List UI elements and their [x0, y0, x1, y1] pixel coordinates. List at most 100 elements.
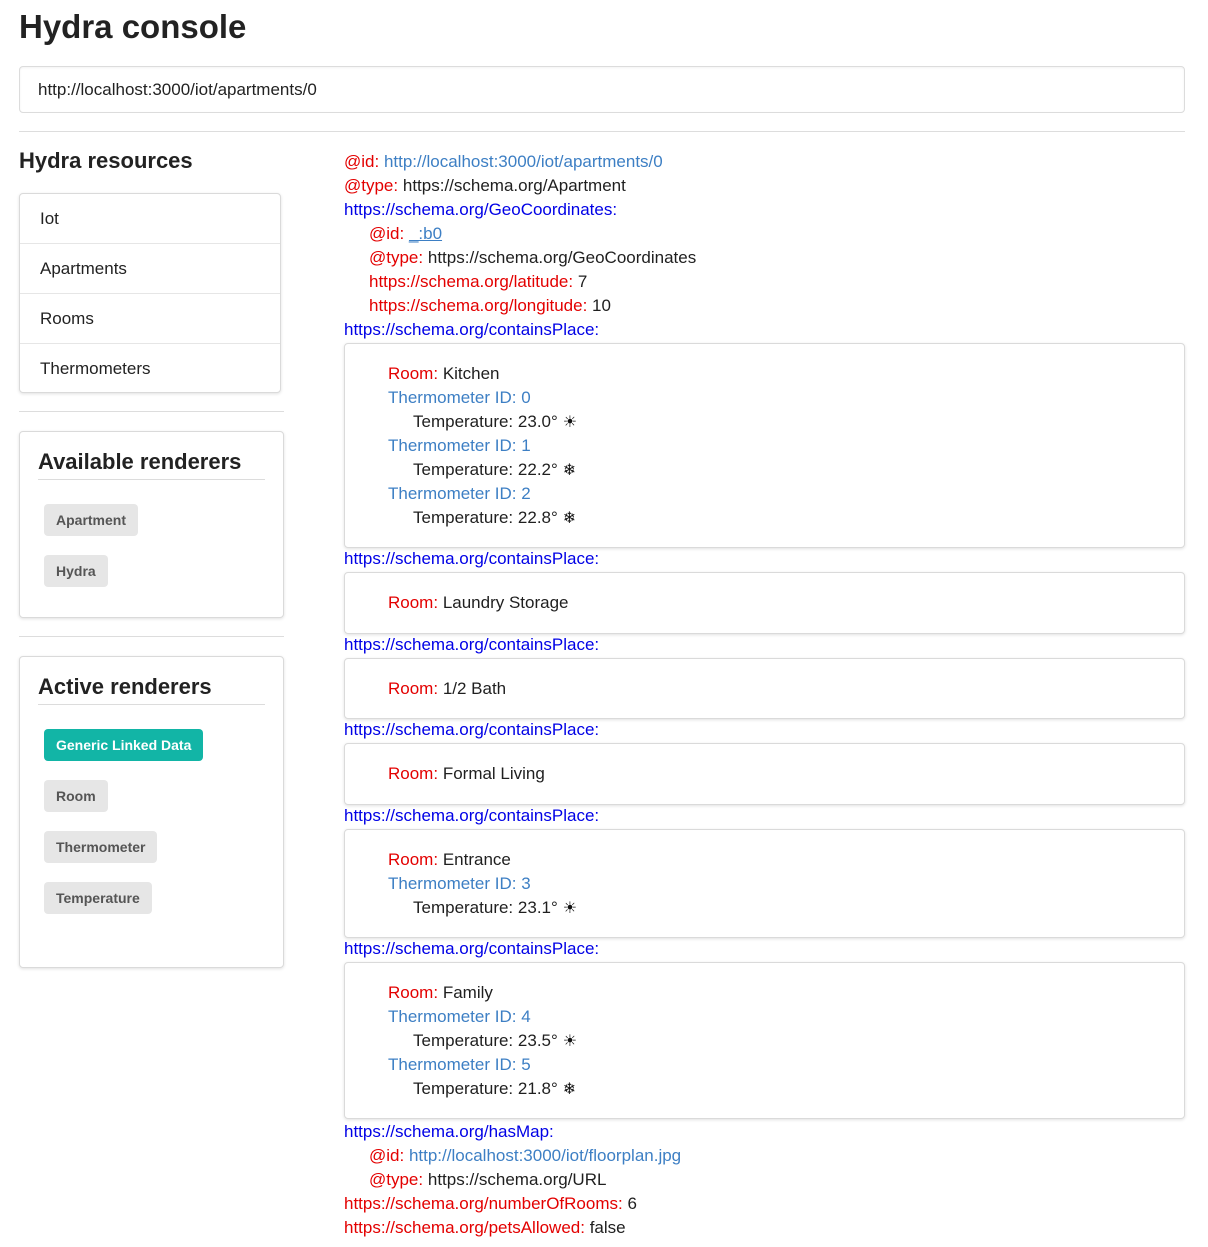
type-key: @type:	[344, 176, 399, 195]
renderer-temperature-button[interactable]: Temperature	[44, 882, 152, 914]
thermometer-link[interactable]: Thermometer ID: 2	[388, 482, 531, 506]
id-row: @id: http://localhost:3000/iot/apartment…	[344, 150, 663, 174]
latitude-value: 7	[577, 272, 588, 291]
renderer-generic-linked-data-button[interactable]: Generic Linked Data	[44, 729, 204, 761]
latitude-row: https://schema.org/latitude: 7	[369, 270, 587, 294]
room-row: Room: Kitchen	[388, 362, 500, 386]
available-renderers-panel: Available renderers Apartment Hydra	[19, 431, 284, 618]
contains-place-key: https://schema.org/containsPlace:	[344, 720, 600, 739]
resource-item-thermometers[interactable]: Thermometers	[20, 344, 280, 394]
renderer-room-button[interactable]: Room	[44, 780, 108, 812]
map-id-key: @id:	[369, 1146, 405, 1165]
resource-item-rooms[interactable]: Rooms	[20, 294, 280, 344]
latitude-key: https://schema.org/latitude:	[369, 272, 574, 291]
room-row: Room: Family	[388, 981, 493, 1005]
resource-item-label: Iot	[40, 208, 59, 228]
temperature-row: Temperature: 23.0° ☀	[413, 410, 577, 434]
contains-place-key: https://schema.org/containsPlace:	[344, 806, 600, 825]
room-card: Room: 1/2 Bath	[344, 658, 1185, 719]
contains-place-key: https://schema.org/containsPlace:	[344, 549, 600, 568]
contains-place-key: https://schema.org/containsPlace:	[344, 635, 600, 654]
snowflake-icon: ❄	[562, 1081, 577, 1098]
active-renderers-panel: Active renderers Generic Linked Data Roo…	[19, 656, 284, 968]
map-type-key: @type:	[369, 1170, 424, 1189]
geo-id-row: @id: _:b0	[369, 222, 442, 246]
longitude-row: https://schema.org/longitude: 10	[369, 294, 611, 318]
room-name: Laundry Storage	[442, 593, 569, 612]
temperature-row: Temperature: 22.8° ❄	[413, 506, 576, 530]
sidebar-divider	[19, 411, 284, 412]
resource-item-label: Thermometers	[40, 359, 151, 378]
room-key: Room:	[388, 983, 439, 1002]
room-name: 1/2 Bath	[442, 679, 507, 698]
number-of-rooms-row: https://schema.org/numberOfRooms: 6	[344, 1192, 637, 1216]
room-row: Room: Entrance	[388, 848, 511, 872]
geo-type-key: @type:	[369, 248, 424, 267]
room-row: Room: Laundry Storage	[388, 591, 569, 615]
geo-key: https://schema.org/GeoCoordinates:	[344, 200, 618, 219]
type-value: https://schema.org/Apartment	[402, 176, 626, 195]
room-card: Room: Entrance Thermometer ID: 3 Tempera…	[344, 829, 1185, 938]
renderer-thermometer-button[interactable]: Thermometer	[44, 831, 158, 863]
sidebar-divider	[19, 636, 284, 637]
available-renderers-heading: Available renderers	[38, 449, 265, 480]
resource-url-input[interactable]	[19, 66, 1185, 113]
thermometer-link[interactable]: Thermometer ID: 3	[388, 872, 531, 896]
room-key: Room:	[388, 364, 439, 383]
renderer-hydra-button[interactable]: Hydra	[44, 555, 108, 587]
room-key: Room:	[388, 679, 439, 698]
id-link[interactable]: http://localhost:3000/iot/apartments/0	[384, 152, 663, 171]
room-row: Room: Formal Living	[388, 762, 545, 786]
id-key: @id:	[344, 152, 380, 171]
room-key: Room:	[388, 850, 439, 869]
geo-type-row: @type: https://schema.org/GeoCoordinates	[369, 246, 696, 270]
pets-allowed-row: https://schema.org/petsAllowed: false	[344, 1216, 626, 1240]
map-id-row: @id: http://localhost:3000/iot/floorplan…	[369, 1144, 681, 1168]
has-map-key: https://schema.org/hasMap:	[344, 1122, 554, 1141]
geo-id-link[interactable]: _:b0	[409, 224, 442, 243]
resource-item-label: Rooms	[40, 308, 94, 328]
temperature-row: Temperature: 23.5° ☀	[413, 1029, 577, 1053]
map-type-row: @type: https://schema.org/URL	[369, 1168, 606, 1192]
renderer-apartment-button[interactable]: Apartment	[44, 504, 139, 536]
temperature-row: Temperature: 22.2° ❄	[413, 458, 576, 482]
thermometer-link[interactable]: Thermometer ID: 4	[388, 1005, 531, 1029]
room-key: Room:	[388, 764, 439, 783]
number-of-rooms-key: https://schema.org/numberOfRooms:	[344, 1194, 623, 1213]
snowflake-icon: ❄	[562, 462, 577, 479]
header-divider	[19, 131, 1185, 132]
longitude-key: https://schema.org/longitude:	[369, 296, 588, 315]
room-name: Kitchen	[442, 364, 500, 383]
map-id-link[interactable]: http://localhost:3000/iot/floorplan.jpg	[409, 1146, 681, 1165]
resources-menu: Iot Apartments Rooms Thermometers	[19, 193, 281, 393]
longitude-value: 10	[592, 296, 611, 315]
type-row: @type: https://schema.org/Apartment	[344, 174, 626, 198]
pets-allowed-key: https://schema.org/petsAllowed:	[344, 1218, 585, 1237]
resource-item-apartments[interactable]: Apartments	[20, 244, 280, 294]
temperature-row: Temperature: 21.8° ❄	[413, 1077, 576, 1101]
room-card: Room: Kitchen Thermometer ID: 0 Temperat…	[344, 343, 1185, 548]
resource-item-label: Apartments	[40, 258, 127, 278]
room-key: Room:	[388, 593, 439, 612]
thermometer-link[interactable]: Thermometer ID: 0	[388, 386, 531, 410]
sun-icon: ☀	[562, 414, 578, 431]
contains-place-key: https://schema.org/containsPlace:	[344, 939, 600, 958]
number-of-rooms-value: 6	[627, 1194, 637, 1213]
room-card: Room: Formal Living	[344, 743, 1185, 805]
thermometer-link[interactable]: Thermometer ID: 1	[388, 434, 531, 458]
has-map-key-row: https://schema.org/hasMap:	[344, 1120, 554, 1144]
room-name: Family	[442, 983, 493, 1002]
resources-heading: Hydra resources	[19, 148, 193, 173]
room-card: Room: Laundry Storage	[344, 572, 1185, 634]
pets-allowed-value: false	[589, 1218, 626, 1237]
active-renderers-heading: Active renderers	[38, 674, 265, 705]
resource-item-iot[interactable]: Iot	[20, 194, 280, 244]
sun-icon: ☀	[562, 900, 578, 917]
map-type-value: https://schema.org/URL	[427, 1170, 607, 1189]
thermometer-link[interactable]: Thermometer ID: 5	[388, 1053, 531, 1077]
room-row: Room: 1/2 Bath	[388, 677, 506, 701]
snowflake-icon: ❄	[562, 510, 577, 527]
sun-icon: ☀	[562, 1033, 578, 1050]
room-name: Formal Living	[442, 764, 545, 783]
temperature-row: Temperature: 23.1° ☀	[413, 896, 577, 920]
